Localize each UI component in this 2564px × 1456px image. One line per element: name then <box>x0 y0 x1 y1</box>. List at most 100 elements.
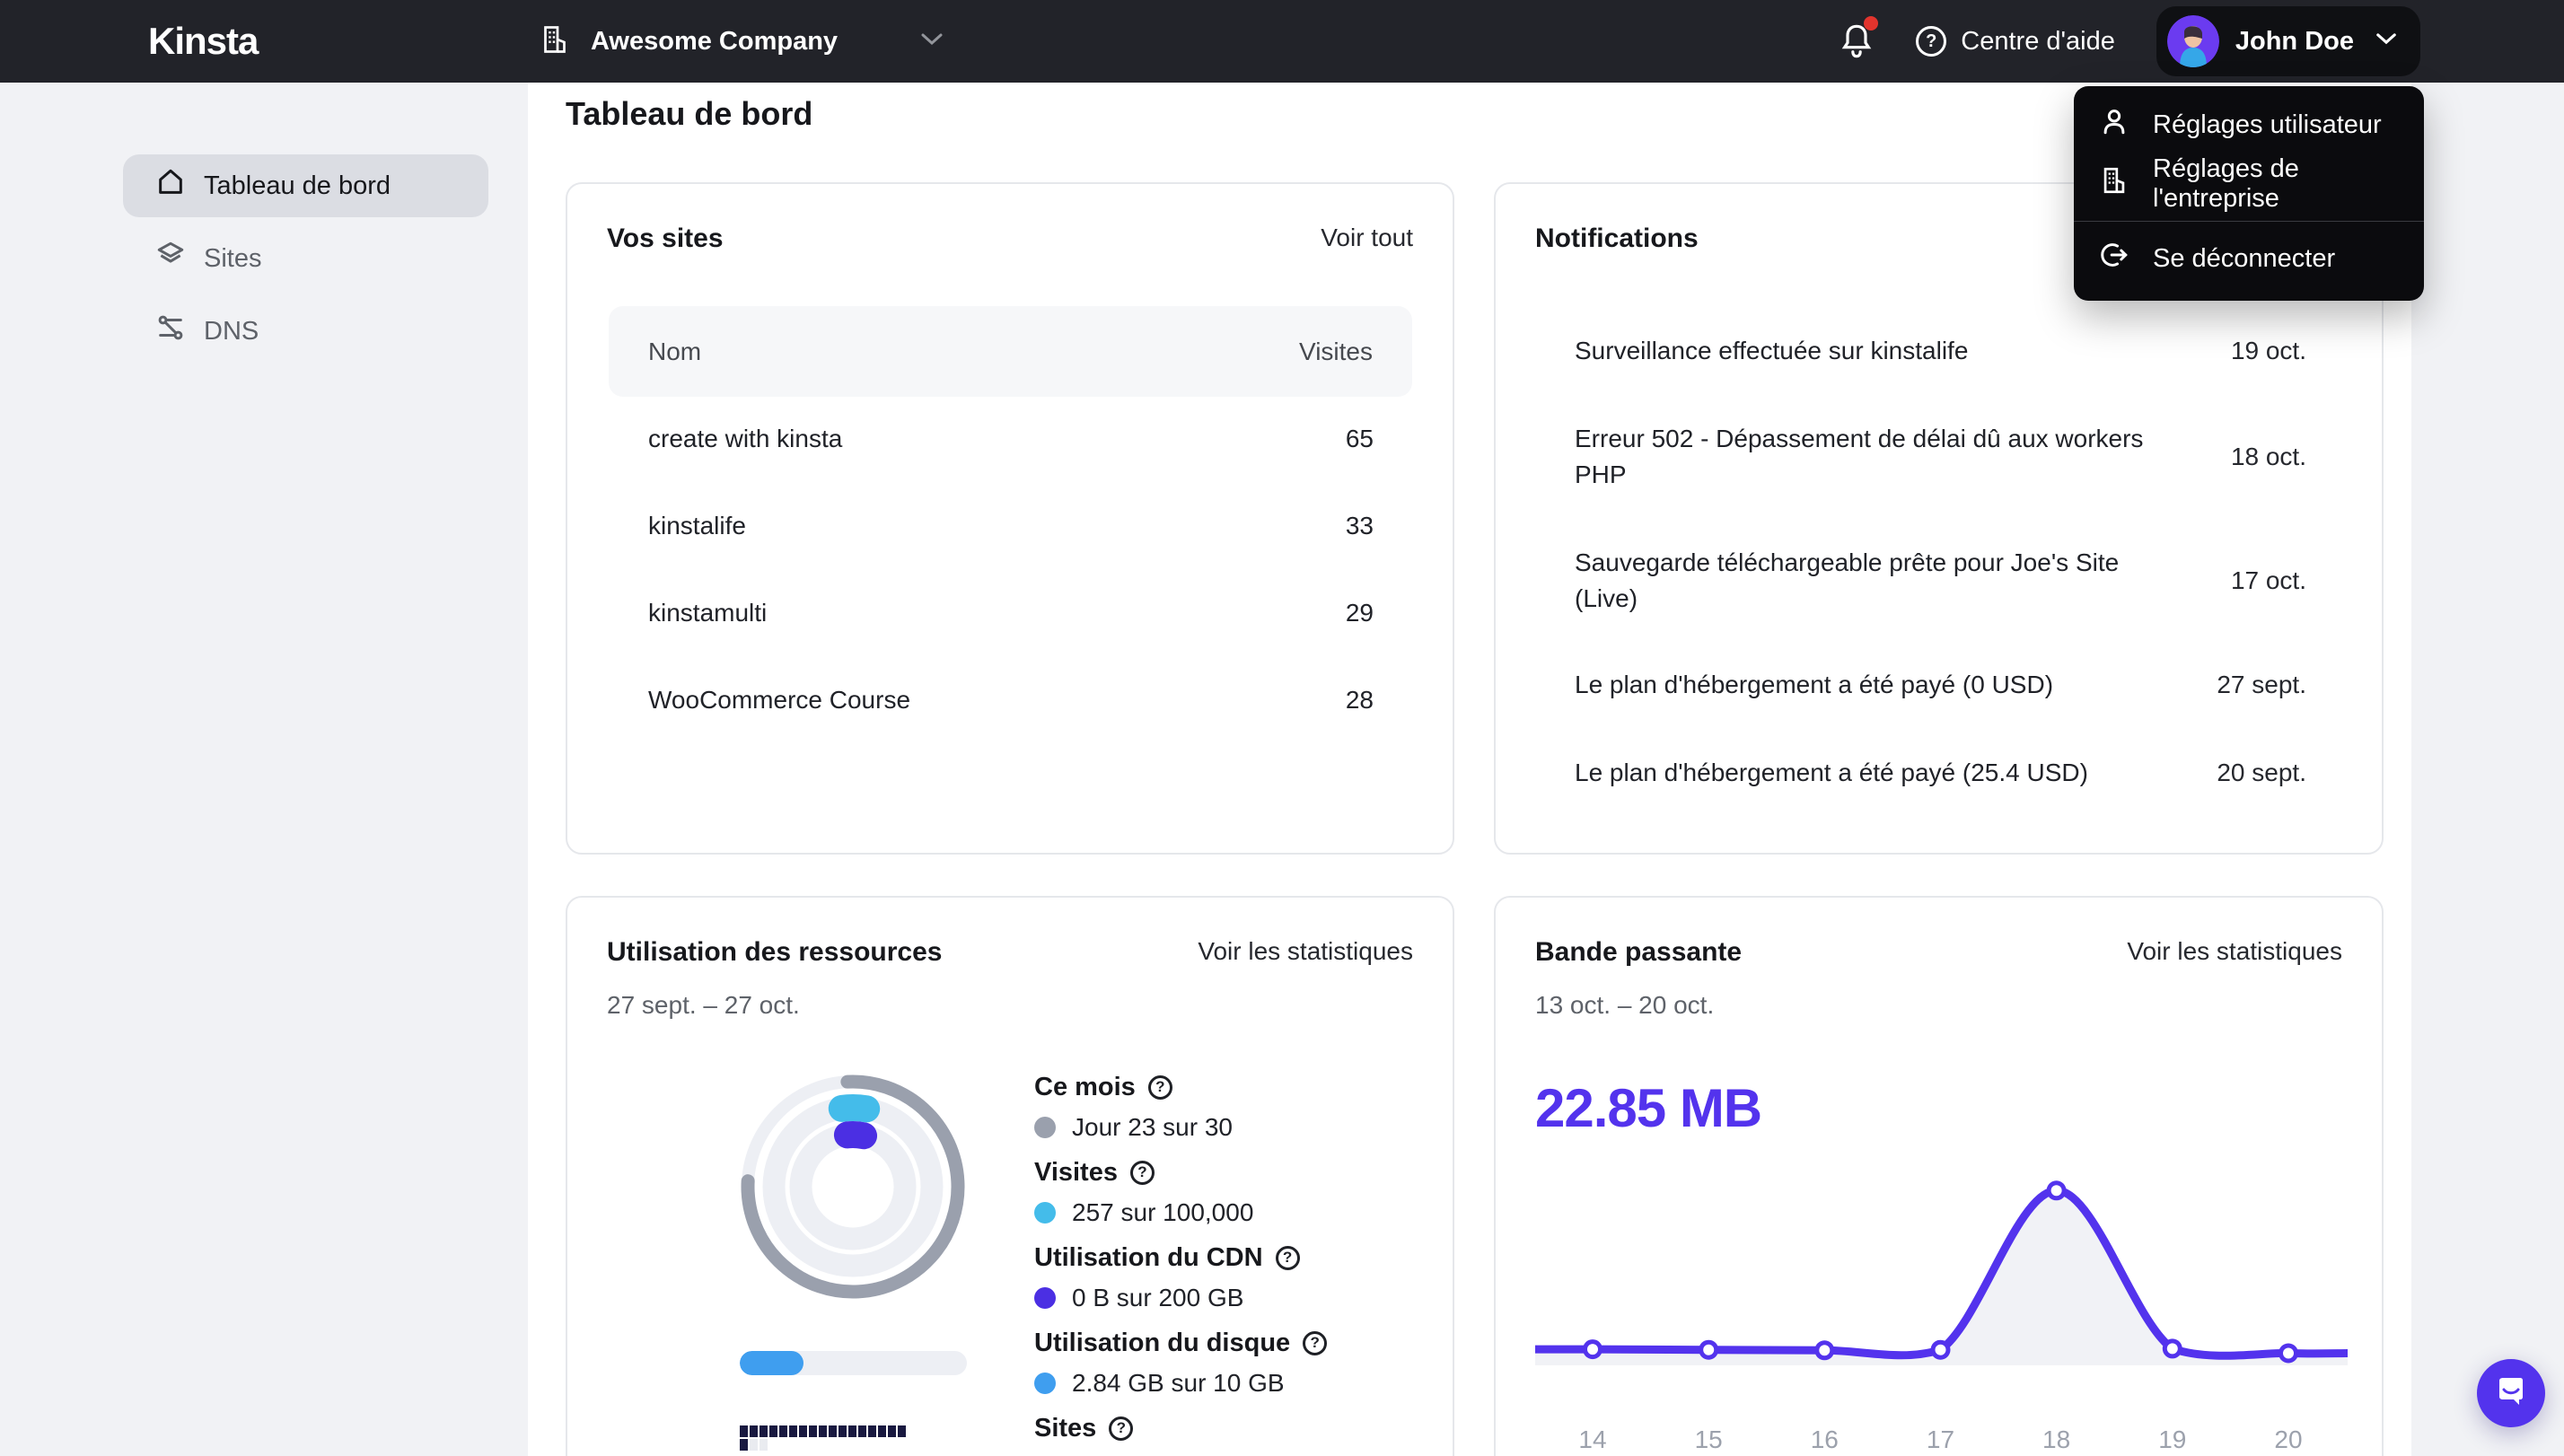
site-visits: 65 <box>1345 425 1374 452</box>
kinsta-logo[interactable]: Kinsta <box>148 0 259 83</box>
site-visits: 28 <box>1345 686 1374 714</box>
svg-text:20: 20 <box>2274 1425 2302 1453</box>
building-icon <box>2099 165 2129 203</box>
sites-table-header: Nom Visites <box>609 306 1412 397</box>
view-statistics-link[interactable]: Voir les statistiques <box>1198 937 1413 966</box>
menu-item-2[interactable]: Se déconnecter <box>2074 229 2424 288</box>
site-name[interactable]: kinstamulti <box>648 599 767 627</box>
notification-row[interactable]: Le plan d'hébergement a été payé (0 USD)… <box>1575 667 2306 703</box>
bandwidth-card-title: Bande passante <box>1535 937 1743 967</box>
legend-label: Ce mois <box>1034 1073 1136 1101</box>
chat-bubble-icon <box>2492 1373 2530 1415</box>
user-dropdown-menu: Réglages utilisateur Réglages de l'entrep… <box>2074 86 2424 301</box>
avatar <box>2166 15 2219 67</box>
chevron-down-icon <box>920 32 944 51</box>
svg-text:18: 18 <box>2042 1425 2070 1453</box>
svg-text:19: 19 <box>2158 1425 2186 1453</box>
notification-date: 27 sept. <box>2217 671 2306 698</box>
help-tooltip-icon[interactable]: ? <box>1129 1160 1155 1185</box>
site-slot-used <box>779 1425 787 1437</box>
legend-item-visites: Visites? 257 sur 100,000 <box>1034 1155 1438 1230</box>
site-slot-used <box>858 1425 866 1437</box>
legend-value: 257 sur 100,000 <box>1072 1198 1254 1226</box>
site-slot-used <box>848 1425 856 1437</box>
site-slot-used <box>769 1425 777 1437</box>
legend-color-bullet <box>1034 1373 1056 1394</box>
view-all-link[interactable]: Voir tout <box>1321 224 1413 252</box>
site-row[interactable]: create with kinsta 65 <box>648 422 1374 456</box>
sidebar-item-label: DNS <box>204 316 259 346</box>
site-slot-used <box>888 1425 896 1437</box>
bandwidth-area-chart: 14151617181920Oct. <box>1535 1180 2348 1453</box>
notification-row[interactable]: Surveillance effectuée sur kinstalife 19 … <box>1575 333 2306 369</box>
site-slot-used <box>750 1425 758 1437</box>
menu-item-label: Réglages de l'entreprise <box>2153 154 2299 213</box>
top-navigation-bar: Kinsta Awesome Company ? Centre d'aide J… <box>0 0 2564 83</box>
notification-row[interactable]: Sauvegarde téléchargeable prête pour Joe… <box>1575 545 2306 617</box>
site-visits: 29 <box>1345 599 1374 627</box>
site-slot-used <box>898 1425 906 1437</box>
legend-label: Visites <box>1034 1158 1118 1187</box>
resource-usage-card: Utilisation des ressources Voir les stat… <box>566 896 1454 1456</box>
site-slot-used <box>819 1425 827 1437</box>
help-tooltip-icon[interactable]: ? <box>1147 1074 1172 1100</box>
dns-icon <box>155 312 186 350</box>
view-statistics-link[interactable]: Voir les statistiques <box>2127 937 2342 966</box>
help-tooltip-icon[interactable]: ? <box>1303 1330 1328 1355</box>
help-center-button[interactable]: ? Centre d'aide <box>1916 26 2115 57</box>
menu-item-0[interactable]: Réglages utilisateur <box>2074 95 2424 154</box>
resources-date-range: 27 sept. – 27 oct. <box>607 991 800 1019</box>
legend-label: Utilisation du CDN <box>1034 1243 1263 1272</box>
user-icon <box>2099 106 2129 144</box>
notification-date: 17 oct. <box>2230 566 2306 594</box>
column-visits: Visites <box>1299 337 1373 365</box>
sites-card-title: Vos sites <box>607 224 724 253</box>
site-slot-used <box>839 1425 847 1437</box>
site-name[interactable]: create with kinsta <box>648 425 842 453</box>
legend-item-utilisation-du-disque: Utilisation du disque? 2.84 GB sur 10 GB <box>1034 1326 1438 1400</box>
site-row[interactable]: kinstamulti 29 <box>648 596 1374 630</box>
menu-item-label: Se déconnecter <box>2153 243 2336 273</box>
site-name[interactable]: kinstalife <box>648 512 746 540</box>
legend-label: Utilisation du disque <box>1034 1329 1291 1357</box>
help-tooltip-icon[interactable]: ? <box>1275 1245 1300 1270</box>
notification-row[interactable]: Erreur 502 - Dépassement de délai dû aux… <box>1575 421 2306 493</box>
sidebar-item-tableau-de-bord[interactable]: Tableau de bord <box>123 154 488 217</box>
notifications-bell-button[interactable] <box>1839 16 1879 61</box>
site-row[interactable]: kinstalife 33 <box>648 509 1374 543</box>
notification-text: Erreur 502 - Dépassement de délai dû aux… <box>1575 425 2144 488</box>
chevron-down-icon <box>2375 32 2397 50</box>
site-slot-used <box>740 1439 748 1451</box>
site-row[interactable]: WooCommerce Course 28 <box>648 683 1374 717</box>
user-menu-button[interactable]: John Doe <box>2156 6 2420 76</box>
sidebar-item-sites[interactable]: Sites <box>123 227 488 290</box>
bandwidth-date-range: 13 oct. – 20 oct. <box>1535 991 1715 1019</box>
bandwidth-total: 22.85 MB <box>1535 1078 1762 1138</box>
menu-item-1[interactable]: Réglages de l'entreprise <box>2074 154 2424 214</box>
site-name[interactable]: WooCommerce Course <box>648 686 910 715</box>
svg-text:14: 14 <box>1578 1425 1606 1453</box>
site-slot-used <box>868 1425 876 1437</box>
legend-color-bullet <box>1034 1287 1056 1309</box>
legend-color-bullet <box>1034 1202 1056 1224</box>
building-icon <box>539 23 571 60</box>
sidebar-item-label: Tableau de bord <box>204 171 391 200</box>
home-icon <box>155 167 186 205</box>
site-slot-used <box>789 1425 797 1437</box>
notification-row[interactable]: Le plan d'hébergement a été payé (25.4 U… <box>1575 755 2306 791</box>
layers-icon <box>155 240 186 277</box>
notification-date: 19 oct. <box>2230 337 2306 364</box>
notification-text: Le plan d'hébergement a été payé (25.4 U… <box>1575 759 2088 786</box>
site-visits: 33 <box>1345 512 1374 539</box>
live-chat-button[interactable] <box>2477 1359 2545 1427</box>
sidebar-item-dns[interactable]: DNS <box>123 300 488 363</box>
help-tooltip-icon[interactable]: ? <box>1109 1416 1134 1441</box>
svg-text:15: 15 <box>1695 1425 1723 1453</box>
resources-card-title: Utilisation des ressources <box>607 937 943 967</box>
sidebar-navigation: Tableau de bord Sites DNS <box>123 154 488 363</box>
your-sites-card: Vos sites Voir tout Nom Visites create w… <box>566 182 1454 855</box>
notification-text: Surveillance effectuée sur kinstalife <box>1575 337 1969 364</box>
site-slot-used <box>829 1425 837 1437</box>
company-selector[interactable]: Awesome Company <box>539 0 944 83</box>
user-name: John Doe <box>2235 26 2354 56</box>
